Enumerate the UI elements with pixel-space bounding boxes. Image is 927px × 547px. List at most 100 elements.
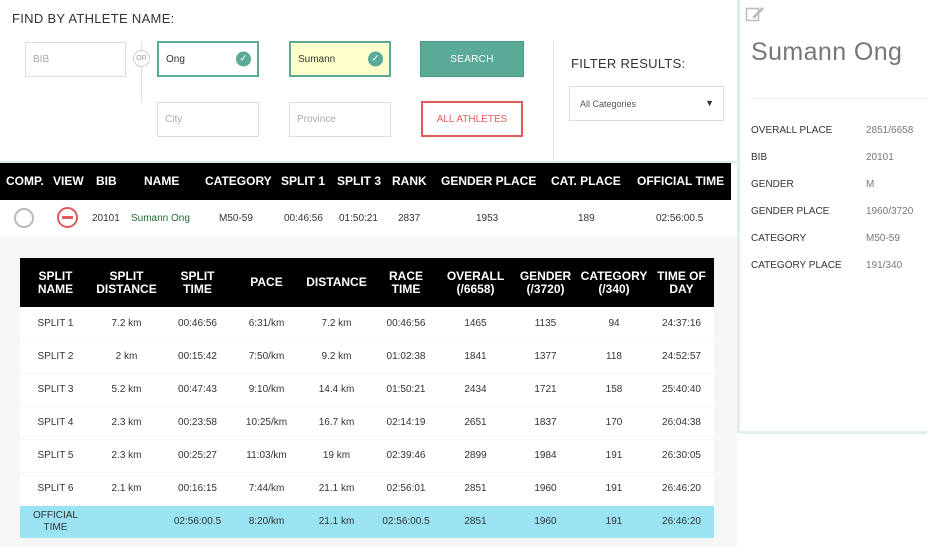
split-header-line: (/3720): [526, 281, 565, 296]
all-athletes-button[interactable]: ALL ATHLETES: [421, 101, 523, 137]
split-cell: 00:46:56: [162, 307, 233, 341]
split-cell: 7:44/km: [233, 472, 300, 506]
splits-table: SPLIT NAME SPLIT DISTANCE SPLIT TIME PACE DISTA…: [20, 258, 714, 539]
detail-value: M: [866, 179, 875, 190]
header-comp: COMP.: [6, 174, 44, 188]
header-cat-place: CAT. PLACE: [551, 174, 621, 188]
detail-label: CATEGORY: [751, 233, 807, 244]
filter-title: FILTER RESULTS:: [571, 56, 686, 71]
split-cell: 00:25:27: [162, 439, 233, 473]
split-cell: SPLIT 4: [20, 406, 91, 440]
edit-icon[interactable]: [745, 5, 765, 23]
athlete-side-panel: [737, 0, 927, 547]
split-cell: 1984: [512, 439, 579, 473]
split-cell: 191: [579, 439, 649, 473]
split-cell: 26:04:38: [649, 406, 714, 440]
detail-value: M50-59: [866, 233, 900, 244]
or-divider-bottom: [141, 67, 142, 102]
table-row: SPLIT 5 2.3 km 00:25:27 11:03/km 19 km 02:39:…: [20, 439, 714, 473]
detail-label: BIB: [751, 152, 768, 163]
split-cell: 26:46:20: [649, 472, 714, 506]
header-split1: SPLIT 1: [281, 174, 326, 188]
header-view: VIEW: [53, 174, 84, 188]
split-cell: 00:46:56: [373, 307, 439, 341]
official-time-row: OFFICIAL TIME 02:56:00.5 8:20/km 21.1 km 02:…: [20, 505, 714, 539]
split-cell: 02:39:46: [373, 439, 439, 473]
official-cell: 191: [579, 505, 649, 539]
table-row: SPLIT 6 2.1 km 00:16:15 7:44/km 21.1 km 02:56…: [20, 472, 714, 506]
split-cell: SPLIT 2: [20, 340, 91, 374]
split-header-9: TIME OF DAY: [649, 258, 714, 307]
split-cell: 158: [579, 373, 649, 407]
split-cell: 00:15:42: [162, 340, 233, 374]
detail-label: GENDER: [751, 179, 794, 190]
split-header-8: CATEGORY (/340): [579, 258, 649, 307]
split-header-line: SPLIT: [109, 268, 144, 283]
split-header-line: DAY: [669, 281, 694, 296]
split-cell: 1465: [439, 307, 512, 341]
caret-down-icon: ▼: [705, 98, 714, 108]
city-input[interactable]: City: [157, 102, 259, 137]
split-cell: 24:52:57: [649, 340, 714, 374]
split-cell: 2.3 km: [91, 439, 162, 473]
search-button[interactable]: SEARCH: [420, 41, 524, 77]
official-cell: OFFICIAL TIME: [20, 505, 91, 539]
split-cell: 170: [579, 406, 649, 440]
split-cell: 19 km: [300, 439, 373, 473]
split-cell: 7.2 km: [91, 307, 162, 341]
results-header: COMP. VIEW BIB NAME CATEGORY SPLIT 1 SPL…: [0, 163, 731, 200]
split-cell: 2434: [439, 373, 512, 407]
province-input[interactable]: Province: [289, 102, 391, 137]
split-cell: 01:50:21: [373, 373, 439, 407]
split-cell: 1377: [512, 340, 579, 374]
table-row[interactable]: 20101 Sumann Ong M50-59 00:46:56 01:50:2…: [0, 200, 731, 237]
split-header-line: CATEGORY: [580, 268, 648, 283]
split-cell: 7.2 km: [300, 307, 373, 341]
row-cat-place: 189: [578, 213, 595, 224]
split-cell: 21.1 km: [300, 472, 373, 506]
bib-input[interactable]: BIB: [25, 42, 126, 77]
split-cell: 94: [579, 307, 649, 341]
split-cell: 1841: [439, 340, 512, 374]
split-header-line: (/6658): [456, 281, 495, 296]
split-cell: 00:47:43: [162, 373, 233, 407]
split-cell: 1960: [512, 472, 579, 506]
detail-value: 1960/3720: [866, 206, 914, 217]
athlete-name-link[interactable]: Sumann Ong: [131, 200, 190, 237]
or-divider-top: [141, 42, 142, 50]
split-header-0: SPLIT NAME: [20, 258, 91, 307]
split-cell: 25:40:40: [649, 373, 714, 407]
check-icon: ✓: [236, 51, 251, 67]
split-header-1: SPLIT DISTANCE: [91, 258, 162, 307]
last-name-input[interactable]: Ong ✓: [157, 41, 259, 77]
detail-value: 191/340: [866, 260, 903, 271]
panel-divider: [553, 41, 554, 161]
detail-label: GENDER PLACE: [751, 206, 830, 217]
split-cell: 2.1 km: [91, 472, 162, 506]
athlete-name-heading: Sumann Ong: [751, 38, 903, 66]
check-icon: ✓: [368, 51, 383, 67]
category-select[interactable]: All Categories ▼: [569, 86, 724, 121]
split-cell: 5.2 km: [91, 373, 162, 407]
city-placeholder: City: [165, 114, 183, 125]
split-cell: 26:30:05: [649, 439, 714, 473]
official-cell: 02:56:00.5: [162, 505, 233, 539]
split-cell: 9:10/km: [233, 373, 300, 407]
first-name-input[interactable]: Sumann ✓: [289, 41, 391, 77]
official-cell: 21.1 km: [300, 505, 373, 539]
table-row: SPLIT 3 5.2 km 00:47:43 9:10/km 14.4 km 01:50…: [20, 373, 714, 407]
split-cell: 2651: [439, 406, 512, 440]
split-cell: SPLIT 1: [20, 307, 91, 341]
side-panel-border: [737, 0, 740, 433]
official-cell: 1960: [512, 505, 579, 539]
split-header-line: GENDER: [519, 268, 572, 283]
header-bib: BIB: [96, 174, 117, 188]
split-cell: 1135: [512, 307, 579, 341]
detail-value: 20101: [866, 152, 894, 163]
row-official-time: 02:56:00.5: [656, 213, 704, 224]
split-cell: 2 km: [91, 340, 162, 374]
split-header-3: PACE: [233, 258, 300, 307]
detail-label: OVERALL PLACE: [751, 125, 833, 136]
split-cell: 24:37:16: [649, 307, 714, 341]
split-header-line: DISTANCE: [96, 281, 157, 296]
